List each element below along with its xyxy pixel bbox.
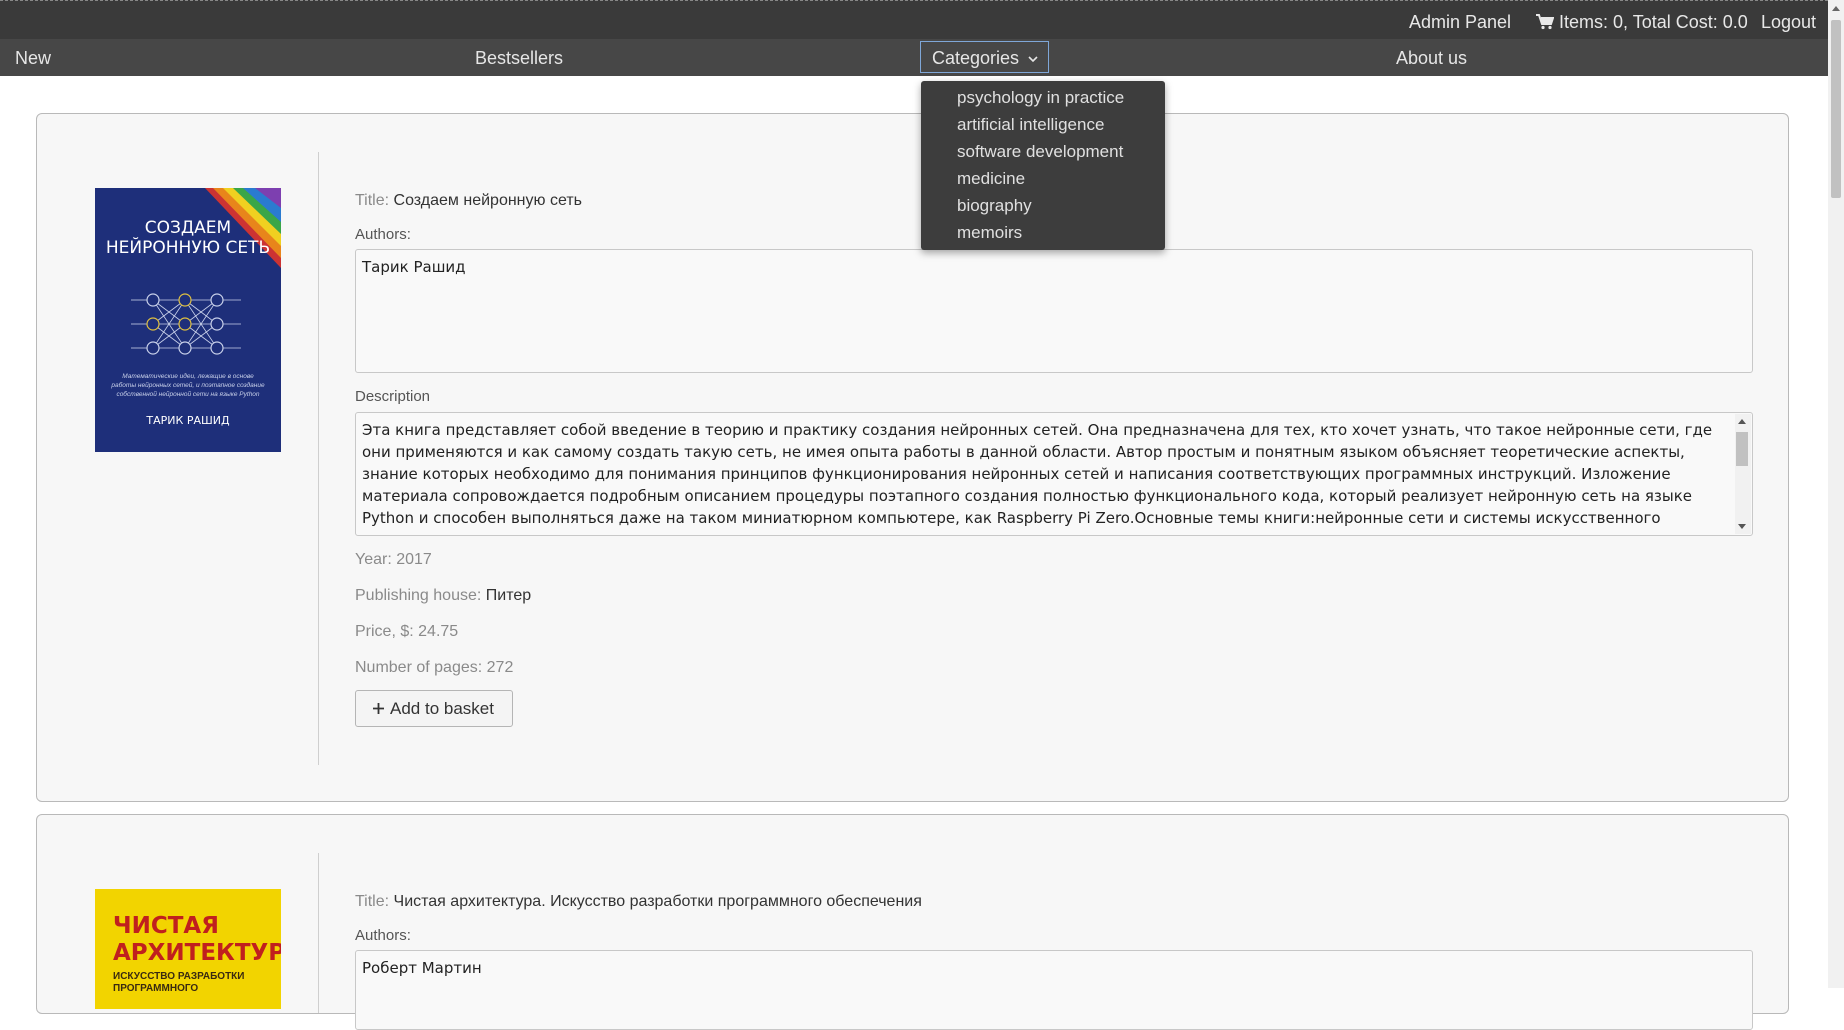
title-label: Title: bbox=[355, 192, 390, 209]
card-divider bbox=[318, 853, 319, 1013]
description-scrollbar[interactable] bbox=[1735, 414, 1751, 534]
description-label: Description bbox=[355, 388, 431, 405]
title-field: Title: Создаем нейронную сеть bbox=[355, 191, 582, 211]
category-item[interactable]: memoirs bbox=[957, 223, 1022, 243]
card-divider bbox=[318, 152, 319, 765]
cover-title: СОЗДАЕМ НЕЙРОННУЮ СЕТЬ bbox=[105, 218, 271, 258]
book-cover[interactable]: ЧИСТАЯ АРХИТЕКТУРА ИСКУССТВО РАЗРАБОТКИ … bbox=[95, 889, 281, 1009]
category-item[interactable]: biography bbox=[957, 196, 1032, 216]
publisher-field: Publishing house: Питер bbox=[355, 586, 531, 606]
year-label: Year: bbox=[355, 551, 392, 568]
pages-field: Number of pages: 272 bbox=[355, 658, 513, 678]
book-cover[interactable]: СОЗДАЕМ НЕЙРОННУЮ СЕТЬ Математические ид… bbox=[95, 188, 281, 452]
nav-bestsellers[interactable]: Bestsellers bbox=[475, 48, 563, 68]
book-card: ЧИСТАЯ АРХИТЕКТУРА ИСКУССТВО РАЗРАБОТКИ … bbox=[36, 814, 1789, 1030]
scroll-up-arrow-icon[interactable] bbox=[1738, 419, 1746, 424]
category-item[interactable]: software development bbox=[957, 142, 1123, 162]
book-title: Создаем нейронную сеть bbox=[393, 192, 582, 209]
publisher-label: Publishing house: bbox=[355, 587, 482, 604]
add-to-basket-label: Add to basket bbox=[390, 699, 494, 718]
nav-about[interactable]: About us bbox=[1396, 48, 1467, 68]
pages-label: Number of pages: bbox=[355, 659, 483, 676]
scroll-thumb[interactable] bbox=[1736, 432, 1748, 466]
authors-value: Тарик Рашид bbox=[362, 258, 466, 276]
cart-summary: Items: 0, Total Cost: 0.0 bbox=[1559, 12, 1748, 32]
authors-label: Authors: bbox=[355, 927, 411, 944]
description-field[interactable]: Эта книга представляет собой введение в … bbox=[355, 412, 1753, 536]
nav-categories-toggle[interactable]: Categories bbox=[920, 41, 1050, 73]
authors-label: Authors: bbox=[355, 226, 411, 243]
chevron-down-icon bbox=[1028, 56, 1038, 63]
page-scroll-thumb[interactable] bbox=[1831, 20, 1841, 198]
authors-value: Роберт Мартин bbox=[362, 959, 482, 977]
category-item[interactable]: psychology in practice bbox=[957, 88, 1124, 108]
book-title: Чистая архитектура. Искусство разработки… bbox=[393, 893, 922, 910]
book-card: СОЗДАЕМ НЕЙРОННУЮ СЕТЬ Математические ид… bbox=[36, 113, 1789, 802]
price-value: 24.75 bbox=[418, 623, 459, 640]
category-item[interactable]: artificial intelligence bbox=[957, 115, 1104, 135]
main-nav: New Bestsellers Categories About us bbox=[0, 39, 1828, 76]
year-field: Year: 2017 bbox=[355, 550, 432, 570]
price-label: Price, $: bbox=[355, 623, 414, 640]
publisher-value: Питер bbox=[485, 587, 532, 604]
nav-categories-label: Categories bbox=[932, 48, 1020, 68]
categories-dropdown: psychology in practice artificial intell… bbox=[921, 81, 1165, 250]
cover-subtitle: ИСКУССТВО РАЗРАБОТКИ ПРОГРАММНОГО bbox=[113, 971, 245, 994]
title-field: Title: Чистая архитектура. Искусство раз… bbox=[355, 892, 922, 912]
cart-link[interactable]: Items: 0, Total Cost: 0.0 bbox=[1536, 11, 1748, 33]
scroll-down-arrow-icon[interactable] bbox=[1738, 524, 1746, 529]
category-item[interactable]: medicine bbox=[957, 169, 1025, 189]
add-to-basket-button[interactable]: Add to basket bbox=[355, 690, 513, 727]
scroll-up-arrow-icon[interactable] bbox=[1832, 6, 1840, 11]
cover-title: ЧИСТАЯ АРХИТЕКТУРА bbox=[113, 913, 281, 966]
admin-panel-link[interactable]: Admin Panel bbox=[1409, 11, 1511, 33]
cover-author: ТАРИК РАШИД bbox=[146, 414, 230, 427]
nav-new[interactable]: New bbox=[15, 48, 51, 68]
authors-field[interactable]: Роберт Мартин bbox=[355, 950, 1753, 1030]
page-scrollbar[interactable] bbox=[1828, 0, 1844, 988]
logout-link[interactable]: Logout bbox=[1761, 11, 1816, 33]
cover-subtitle: Математические идеи, лежащие в основе ра… bbox=[111, 373, 265, 398]
plus-icon bbox=[373, 703, 384, 714]
pages-value: 272 bbox=[486, 659, 514, 676]
price-field: Price, $: 24.75 bbox=[355, 622, 458, 642]
description-value: Эта книга представляет собой введение в … bbox=[362, 421, 1713, 535]
title-label: Title: bbox=[355, 893, 390, 910]
year-value: 2017 bbox=[396, 551, 432, 568]
top-bar: Admin Panel Items: 0, Total Cost: 0.0 Lo… bbox=[0, 0, 1828, 39]
cart-icon bbox=[1536, 14, 1554, 30]
authors-field[interactable]: Тарик Рашид bbox=[355, 249, 1753, 373]
